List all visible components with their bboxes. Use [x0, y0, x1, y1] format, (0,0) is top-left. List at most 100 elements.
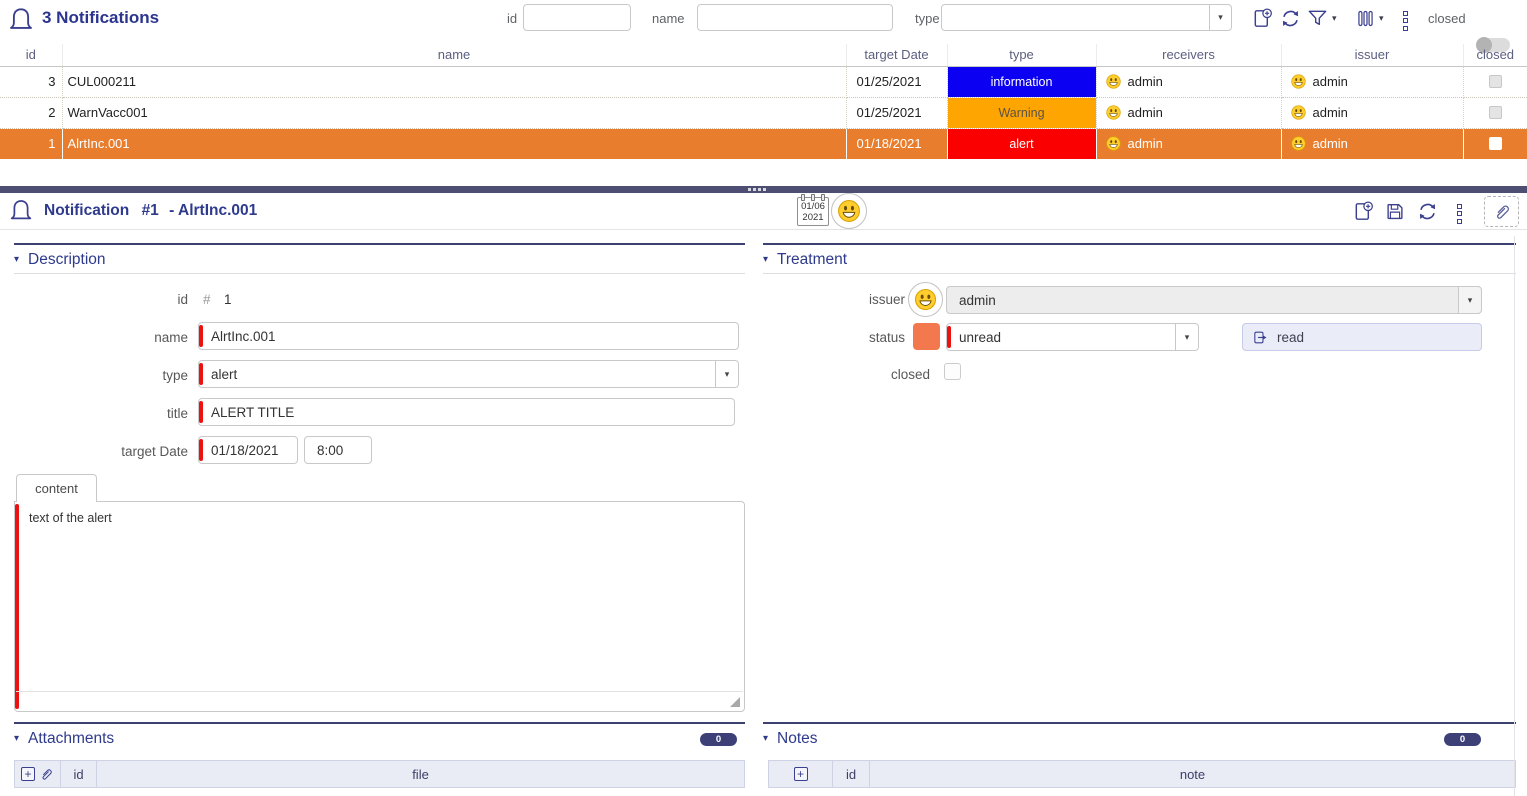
issuer-select[interactable]: admin ▾	[946, 286, 1482, 314]
filter-name-label: name	[652, 11, 685, 26]
smiley-avatar-icon	[1105, 104, 1122, 121]
type-badge: alert	[948, 129, 1096, 159]
type-select[interactable]: alert ▾	[198, 360, 739, 388]
attachments-count-badge: 0	[700, 733, 737, 746]
paperclip-icon[interactable]	[38, 766, 54, 782]
smiley-avatar-icon	[1105, 135, 1122, 152]
target-date-field[interactable]: 01/18/2021	[198, 436, 298, 464]
page-title: 3 Notifications	[42, 8, 159, 28]
more-icon[interactable]	[1403, 8, 1408, 33]
closed-label: closed	[810, 367, 930, 382]
name-field[interactable]: AlrtInc.001	[198, 322, 739, 350]
status-color-swatch	[913, 323, 940, 350]
notes-table-header: + id note	[768, 760, 1516, 788]
table-row-selected[interactable]: 1 AlrtInc.001 01/18/2021 alert admin adm…	[0, 128, 1527, 159]
section-underline	[14, 273, 745, 274]
closed-checkbox[interactable]	[1489, 137, 1502, 150]
collapse-caret-icon[interactable]: ▾	[763, 733, 768, 744]
columns-menu-caret-icon[interactable]: ▾	[1379, 13, 1384, 24]
col-header-id[interactable]: id	[0, 44, 62, 66]
detail-header: Notification #1 - AlrtInc.001	[0, 193, 1527, 230]
notes-count-badge: 0	[1444, 733, 1481, 746]
status-label: status	[785, 330, 905, 345]
chevron-down-icon[interactable]: ▾	[1209, 5, 1231, 30]
section-underline	[763, 273, 1516, 274]
col-header-closed[interactable]: closed	[1463, 44, 1527, 66]
more-icon[interactable]	[1457, 201, 1462, 226]
splitter-handle[interactable]	[0, 186, 1527, 193]
collapse-caret-icon[interactable]: ▾	[14, 254, 19, 265]
closed-checkbox[interactable]	[1489, 106, 1502, 119]
creation-date-stamp: 01/06 2021	[797, 197, 829, 226]
section-divider	[763, 243, 1516, 245]
chevron-down-icon[interactable]: ▾	[1175, 324, 1198, 350]
filter-type-label: type	[915, 11, 940, 26]
notes-section-title[interactable]: Notes	[777, 730, 818, 748]
filter-type-select[interactable]: ▾	[941, 4, 1232, 31]
notifications-app: 3 Notifications id name type ▾ ▾ ▾ close…	[0, 0, 1527, 796]
notification-bell-icon	[8, 196, 34, 231]
attachments-table-header: + id file	[14, 760, 745, 788]
col-header-issuer[interactable]: issuer	[1281, 44, 1463, 66]
textarea-scroll-divider	[16, 691, 743, 692]
collapse-caret-icon[interactable]: ▾	[763, 254, 768, 265]
filter-icon[interactable]	[1306, 6, 1329, 35]
user-avatar	[831, 193, 867, 229]
title-field[interactable]: ALERT TITLE	[198, 398, 735, 426]
resize-handle-icon[interactable]	[730, 697, 740, 707]
filter-name-input[interactable]	[697, 4, 893, 31]
detail-title: Notification #1 - AlrtInc.001	[44, 202, 257, 220]
description-section-title[interactable]: Description	[28, 251, 106, 269]
issuer-avatar	[908, 282, 943, 317]
treatment-section-title[interactable]: Treatment	[777, 251, 847, 269]
target-date-label: target Date	[68, 444, 188, 459]
content-textarea[interactable]: text of the alert	[14, 501, 745, 712]
col-header-name[interactable]: name	[62, 44, 846, 66]
id-label: id	[68, 292, 188, 307]
type-badge: information	[948, 67, 1096, 97]
new-record-icon[interactable]	[1352, 199, 1375, 229]
target-time-field[interactable]: 8:00	[304, 436, 372, 464]
save-icon[interactable]	[1384, 200, 1406, 228]
table-header-row: id name target Date type receivers issue…	[0, 44, 1527, 66]
status-select[interactable]: unread ▾	[946, 323, 1199, 351]
smiley-avatar-icon	[1290, 104, 1307, 121]
splitter-grip-icon	[748, 188, 766, 191]
new-record-icon[interactable]	[1251, 6, 1274, 36]
col-header-target-date[interactable]: target Date	[846, 44, 947, 66]
chevron-down-icon[interactable]: ▾	[715, 361, 738, 387]
attachments-section-title[interactable]: Attachments	[28, 730, 114, 748]
refresh-icon[interactable]	[1279, 7, 1302, 35]
collapse-caret-icon[interactable]: ▾	[14, 733, 19, 744]
filter-id-label: id	[507, 11, 517, 26]
smiley-avatar-icon	[913, 287, 938, 312]
section-divider	[763, 722, 1516, 724]
add-attachment-icon[interactable]: +	[21, 767, 35, 781]
chevron-down-icon[interactable]: ▾	[1458, 287, 1481, 313]
table-row[interactable]: 2 WarnVacc001 01/25/2021 Warning admin a…	[0, 97, 1527, 128]
id-hash: #	[203, 292, 211, 307]
attachment-icon[interactable]	[1484, 196, 1519, 227]
col-header-type[interactable]: type	[947, 44, 1096, 66]
columns-icon[interactable]	[1355, 7, 1376, 35]
read-button[interactable]: read	[1242, 323, 1482, 351]
filter-id-input[interactable]	[523, 4, 631, 31]
smiley-avatar-icon	[1290, 135, 1307, 152]
refresh-icon[interactable]	[1416, 200, 1439, 228]
tab-content[interactable]: content	[16, 474, 97, 502]
smiley-avatar-icon	[1290, 73, 1307, 90]
notes-note-header: note	[870, 761, 1515, 787]
table-row[interactable]: 3 CUL000211 01/25/2021 information admin…	[0, 66, 1527, 97]
arrow-transition-icon	[1252, 329, 1269, 346]
filter-menu-caret-icon[interactable]: ▾	[1332, 13, 1337, 24]
section-divider	[14, 243, 745, 245]
section-divider	[14, 722, 745, 724]
attachments-file-header: file	[97, 761, 744, 787]
closed-checkbox[interactable]	[944, 363, 961, 380]
add-note-icon[interactable]: +	[794, 767, 808, 781]
name-label: name	[68, 330, 188, 345]
col-header-receivers[interactable]: receivers	[1096, 44, 1281, 66]
notifications-bell-icon	[7, 4, 35, 41]
title-label: title	[68, 406, 188, 421]
closed-checkbox[interactable]	[1489, 75, 1502, 88]
